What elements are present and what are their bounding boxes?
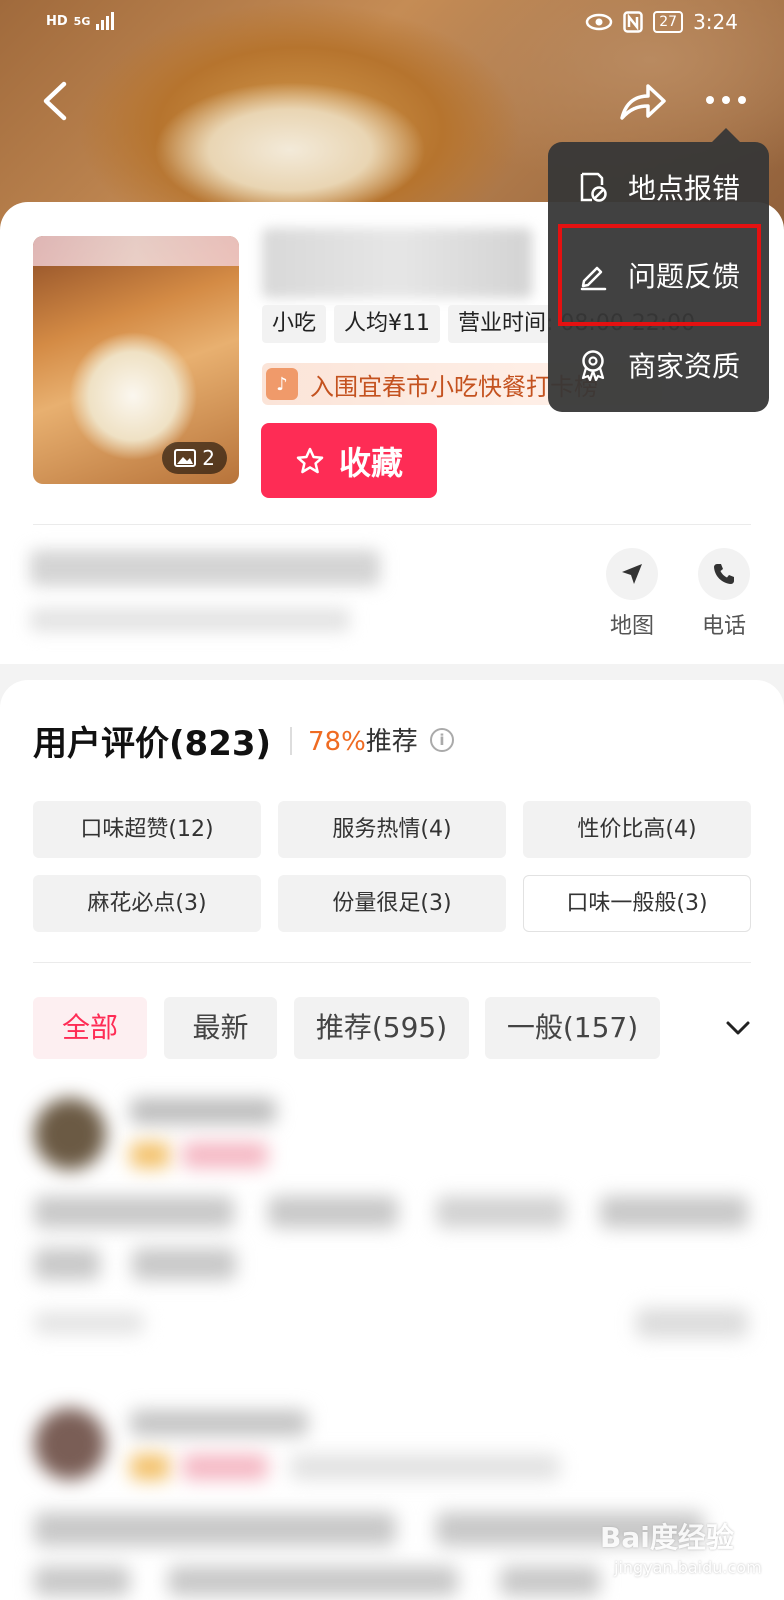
navigate-icon [622,564,642,584]
watermark-url: jingyan.baidu.com [614,1558,762,1577]
review-tag-chip[interactable]: 口味一般般(3) [523,875,751,932]
address-blurred [30,550,380,586]
recommend-rate: 78%推荐 [308,721,418,758]
share-icon[interactable] [618,80,668,124]
network-type-label: 5G [73,14,91,28]
photo-count-badge: 2 [162,442,227,474]
divider [33,524,751,525]
review-tag-chip[interactable]: 服务热情(4) [278,801,506,858]
report-location-icon [580,172,607,202]
nfc-icon [623,11,643,33]
favorite-label: 收藏 [338,443,403,482]
review-text-blurred [132,1248,236,1280]
map-label: 地图 [609,614,654,639]
douyin-icon: ♪ [266,368,298,400]
menu-item-label: 商家资质 [628,350,741,383]
recommend-label: 推荐 [365,727,418,757]
menu-caret [712,128,740,142]
menu-item-merchant-qualification[interactable]: 商家资质 [548,320,769,410]
photo-count: 2 [202,446,215,470]
avatar [34,1408,106,1480]
review-text-blurred [436,1196,566,1228]
back-icon[interactable] [36,76,76,126]
status-bar: HD 5G 27 3:24 [0,0,784,48]
network-indicator: HD 5G [46,12,115,30]
menu-item-label: 地点报错 [628,172,741,205]
watermark-logo: Bai度经验 [600,1521,734,1554]
phone-label: 电话 [701,614,746,639]
star-icon [296,447,324,473]
review-text-blurred [168,1566,458,1596]
reviews-title: 用户评价(823) [33,724,272,764]
reviewer-name-blurred [130,1098,276,1124]
thumbnail-banner [33,236,239,266]
badge-blurred [182,1454,268,1480]
filter-tab-recommend[interactable]: 推荐(595) [294,997,469,1059]
review-text-blurred [34,1196,234,1228]
merchant-badge-icon [581,350,605,381]
battery-icon: 27 [653,11,684,33]
favorite-button[interactable]: 收藏 [261,423,437,498]
avatar [34,1098,106,1170]
phone-button[interactable]: 电话 [684,548,764,640]
recommend-percent: 78% [308,727,366,757]
like-count-blurred [636,1308,748,1338]
review-text-blurred [600,1196,748,1228]
signal-icon [96,12,115,30]
review-text-blurred [268,1196,398,1228]
review-date-blurred [34,1312,144,1334]
phone-icon [714,564,734,584]
title-separator [290,727,292,755]
more-icon[interactable] [704,88,748,112]
avg-price-tag: 人均¥11 [334,305,441,343]
reviewer-name-blurred [130,1410,308,1436]
category-tag: 小吃 [262,305,327,343]
info-icon[interactable]: i [430,728,454,752]
divider [33,962,751,963]
review-tag-chip[interactable]: 口味超赞(12) [33,801,261,858]
image-icon [174,449,197,467]
shop-thumbnail[interactable]: 2 [33,236,239,484]
review-text-blurred [500,1566,600,1596]
review-tag-chip[interactable]: 麻花必点(3) [33,875,261,932]
filter-tab-average[interactable]: 一般(157) [485,997,660,1059]
baidu-watermark: Bai度经验 jingyan.baidu.com [600,1516,762,1586]
menu-item-report-location[interactable]: 地点报错 [548,142,769,232]
level-badge-blurred [130,1142,170,1168]
shop-name-blurred [262,228,532,298]
clock: 3:24 [693,10,738,34]
level-badge-blurred [130,1454,170,1480]
chevron-down-icon[interactable] [724,1018,752,1038]
review-meta-blurred [290,1454,560,1480]
map-button[interactable]: 地图 [592,548,672,640]
filter-tab-all[interactable]: 全部 [33,997,147,1059]
badge-blurred [182,1142,268,1168]
review-text-blurred [34,1512,396,1546]
filter-tab-latest[interactable]: 最新 [164,997,277,1059]
review-tag-chip[interactable]: 性价比高(4) [523,801,751,858]
address-detail-blurred [30,608,350,632]
review-text-blurred [34,1248,100,1280]
review-tag-chip[interactable]: 份量很足(3) [278,875,506,932]
highlight-box [558,224,761,326]
eye-icon [586,13,613,31]
review-text-blurred [34,1566,130,1596]
network-label: HD [46,13,68,29]
